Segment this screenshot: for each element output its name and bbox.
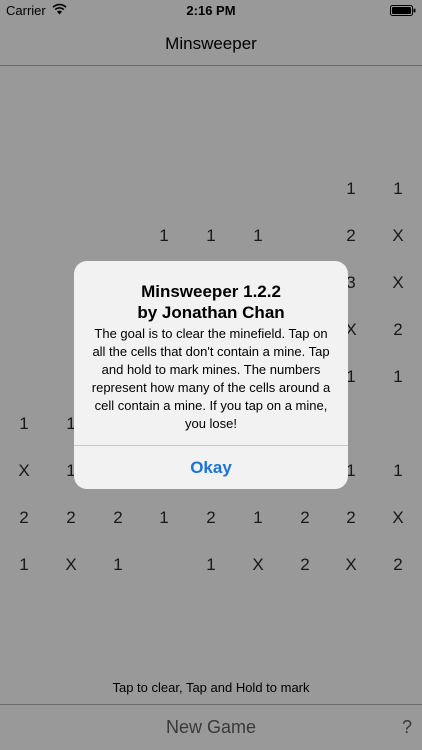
alert-title-line-1: Minsweeper 1.2.2 xyxy=(141,282,281,301)
about-alert: Minsweeper 1.2.2 by Jonathan Chan The go… xyxy=(74,261,348,489)
alert-title-line-2: by Jonathan Chan xyxy=(137,303,285,322)
okay-button[interactable]: Okay xyxy=(74,446,348,489)
alert-title: Minsweeper 1.2.2 by Jonathan Chan xyxy=(84,281,338,323)
alert-message: The goal is to clear the minefield. Tap … xyxy=(91,326,331,431)
app-screen: Carrier 2:16 PM Minsweeper 111112X3XX211… xyxy=(0,0,422,750)
